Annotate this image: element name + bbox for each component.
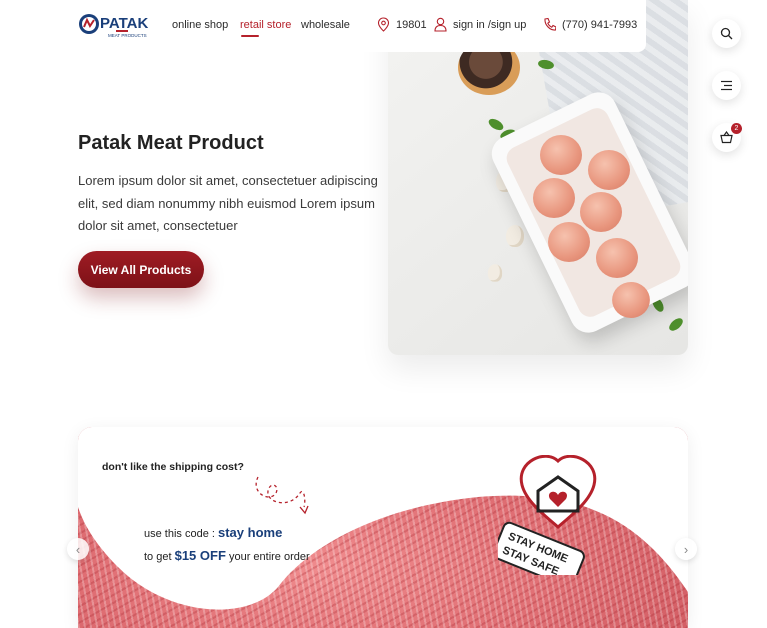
promo-code: stay home <box>218 525 283 540</box>
hero-title: Patak Meat Product <box>78 132 264 154</box>
discount-amount: $15 OFF <box>174 548 226 563</box>
cart-count-badge: 2 <box>731 123 742 134</box>
stay-home-stamp: STAY HOME STAY SAFE <box>498 455 597 575</box>
svg-text:MEAT PRODUCTS: MEAT PRODUCTS <box>108 33 147 38</box>
zip-code: 19801 <box>396 18 427 31</box>
nav-retail-store[interactable]: retail store <box>240 19 291 31</box>
hero-description: Lorem ipsum dolor sit amet, consectetuer… <box>78 173 378 233</box>
search-icon <box>720 27 733 40</box>
hero-image <box>388 0 688 355</box>
promo-question: don't like the shipping cost? <box>102 461 244 473</box>
sign-in-label: sign in /sign up <box>453 18 527 31</box>
account-link[interactable]: sign in /sign up <box>434 17 526 32</box>
shipping-promo-banner: don't like the shipping cost? use this c… <box>78 427 688 628</box>
phone-icon <box>544 17 556 31</box>
menu-icon <box>721 80 732 91</box>
chevron-left-icon: ‹ <box>75 541 81 557</box>
cart-icon <box>720 131 733 144</box>
view-all-products-button[interactable]: View All Products <box>78 251 204 288</box>
menu-button[interactable] <box>712 71 741 100</box>
dashed-arrow-icon <box>255 476 309 515</box>
phone-link[interactable]: (770) 941-7993 <box>543 17 637 32</box>
promo-code-line: use this code : stay home <box>144 525 283 540</box>
nav-wholesale[interactable]: wholesale <box>301 19 350 31</box>
chevron-right-icon: › <box>683 541 689 557</box>
active-tab-indicator <box>241 35 259 37</box>
svg-text:PATAK: PATAK <box>100 15 148 32</box>
carousel-prev-button[interactable]: ‹ <box>67 538 89 560</box>
search-button[interactable] <box>712 19 741 48</box>
location-selector[interactable]: 19801 <box>377 17 427 32</box>
nav-online-shop[interactable]: online shop <box>172 19 228 31</box>
location-pin-icon <box>377 17 390 32</box>
carousel-next-button[interactable]: › <box>675 538 697 560</box>
brand-logo[interactable]: PATAK MEAT PRODUCTS <box>78 10 152 38</box>
phone-number: (770) 941-7993 <box>562 18 638 31</box>
top-navbar: PATAK MEAT PRODUCTS online shop retail s… <box>66 0 646 52</box>
user-icon <box>434 17 447 32</box>
promo-discount-line: to get $15 OFF your entire order <box>144 548 310 563</box>
